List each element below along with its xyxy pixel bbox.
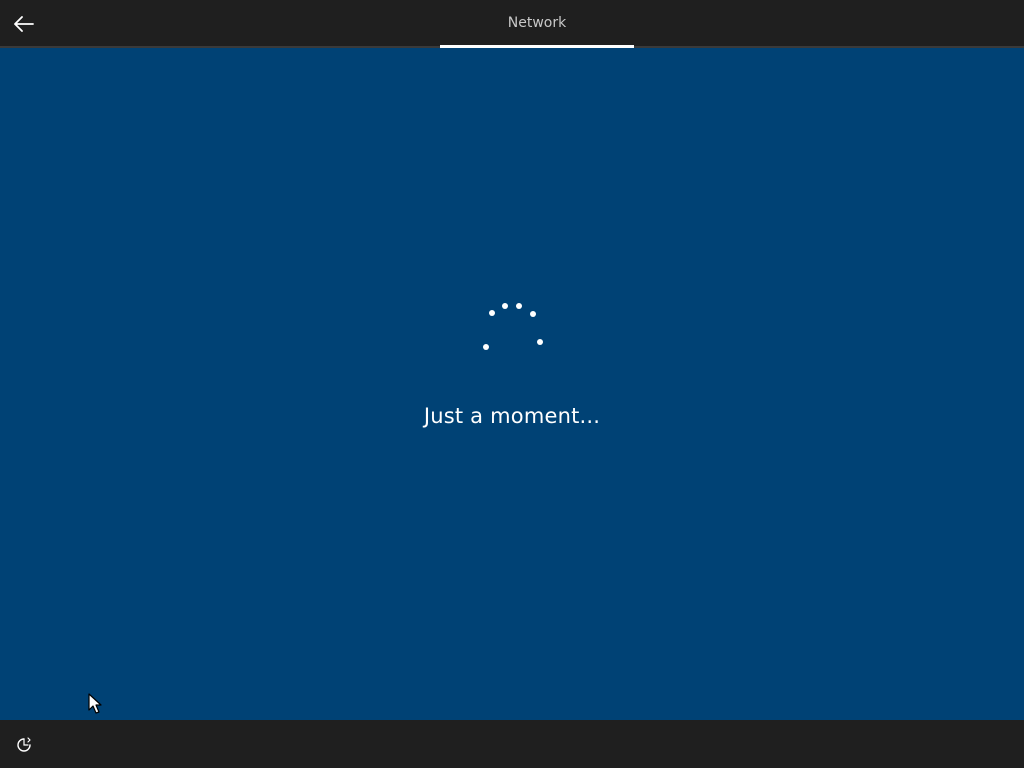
bottom-bar xyxy=(0,720,1024,768)
top-bar: Network xyxy=(0,0,1024,48)
spinner-dot xyxy=(537,339,543,345)
spinner-dot xyxy=(530,311,536,317)
tab-network: Network xyxy=(507,15,567,31)
back-button[interactable] xyxy=(8,8,40,40)
back-arrow-icon xyxy=(14,16,34,32)
spinner-dot xyxy=(502,303,508,309)
ease-of-access-icon xyxy=(17,737,31,752)
spinner-dot xyxy=(516,303,522,309)
spinner-dot xyxy=(483,344,489,350)
mouse-cursor-icon xyxy=(88,693,102,714)
ease-of-access-button[interactable] xyxy=(10,732,38,758)
spinner-dot xyxy=(489,310,495,316)
main-content: Just a moment... xyxy=(0,48,1024,720)
status-message: Just a moment... xyxy=(423,404,601,428)
loading-dots-icon xyxy=(483,303,543,350)
